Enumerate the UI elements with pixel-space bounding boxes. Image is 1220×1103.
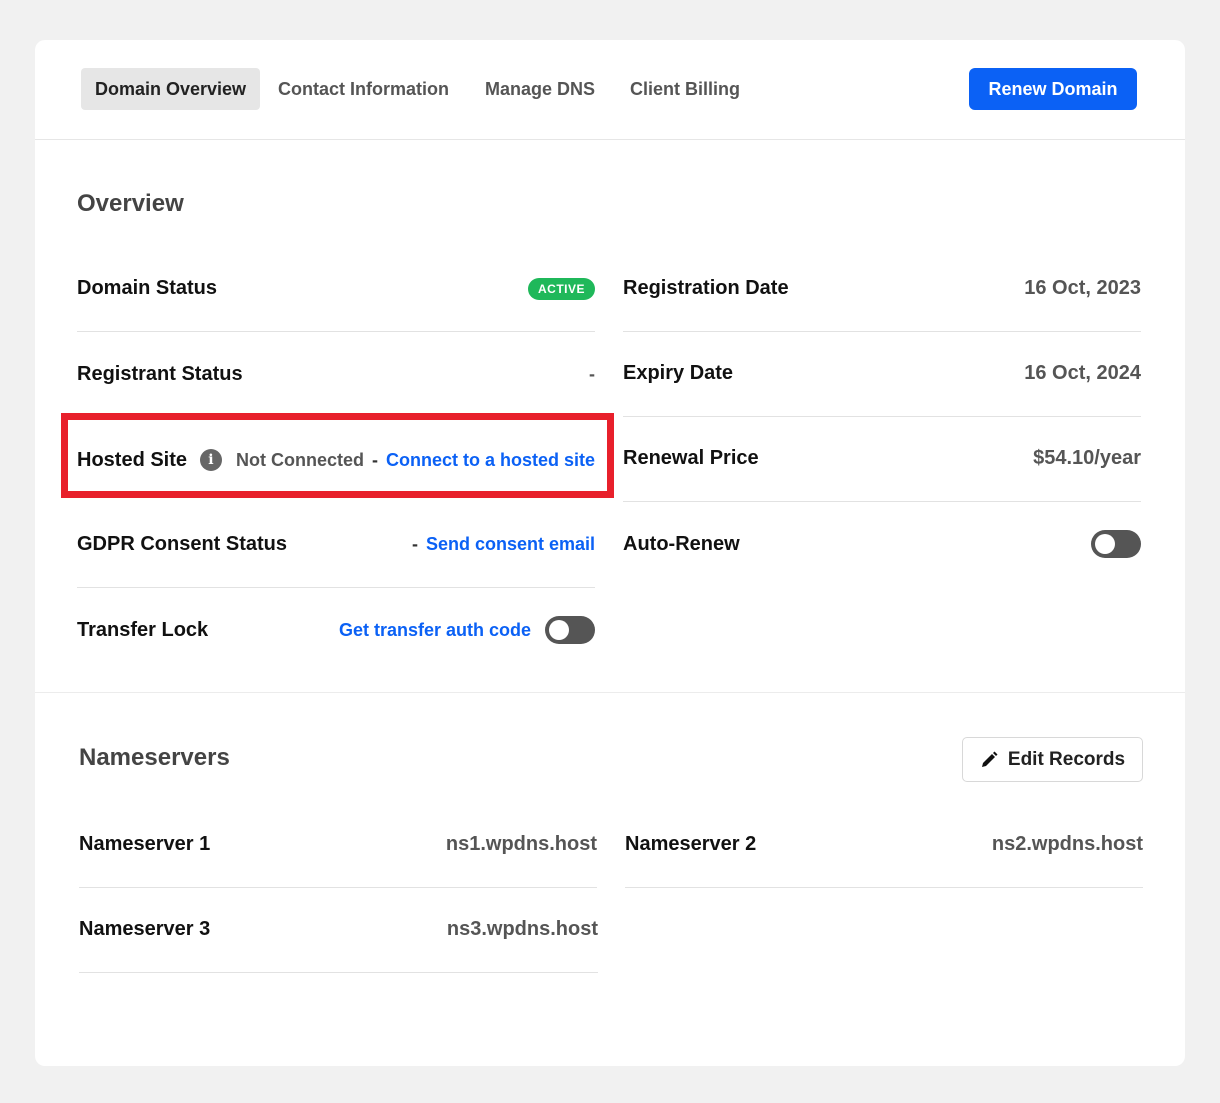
registration-date-label: Registration Date — [623, 277, 789, 299]
section-divider — [35, 692, 1185, 693]
nameserver-value: ns2.wpdns.host — [991, 833, 1143, 855]
pencil-icon — [981, 751, 998, 767]
toggle-knob — [549, 620, 569, 640]
transfer-lock-row: Transfer Lock Get transfer auth code — [77, 587, 595, 673]
edit-records-button[interactable]: Edit Records — [962, 737, 1143, 782]
nameservers-title: Nameservers — [79, 744, 230, 771]
send-consent-email-link[interactable]: Send consent email — [426, 534, 595, 555]
registrant-status-row: Registrant Status - — [77, 332, 595, 418]
nameserver-value: ns3.wpdns.host — [446, 918, 598, 940]
connect-hosted-site-link[interactable]: Connect to a hosted site — [386, 450, 595, 471]
tab-contact-information[interactable]: Contact Information — [264, 68, 463, 110]
domain-status-row: Domain Status ACTIVE — [77, 246, 595, 332]
toggle-knob — [1095, 534, 1115, 554]
hosted-site-status: Not Connected — [235, 449, 364, 470]
status-badge: ACTIVE — [527, 277, 595, 300]
renew-domain-button[interactable]: Renew Domain — [969, 68, 1137, 110]
transfer-lock-toggle[interactable] — [545, 616, 595, 644]
hosted-site-row: Hosted Site i Not Connected - Connect to… — [77, 417, 595, 503]
nameserver-label: Nameserver 3 — [79, 918, 211, 940]
renewal-price-row: Renewal Price $54.10/year — [623, 416, 1141, 502]
nameserver-row: Nameserver 3 ns3.wpdns.host — [79, 887, 598, 973]
hosted-site-value: i Not Connected - Connect to a hosted si… — [199, 449, 595, 471]
gdpr-value: - Send consent email — [404, 534, 595, 555]
registrant-status-label: Registrant Status — [77, 363, 243, 385]
registration-date-value: 16 Oct, 2023 — [1024, 277, 1141, 299]
hosted-site-label: Hosted Site — [77, 448, 188, 471]
nameserver-label: Nameserver 1 — [79, 833, 211, 855]
nameserver-label: Nameserver 2 — [625, 833, 757, 855]
auto-renew-label: Auto-Renew — [623, 532, 740, 555]
tab-manage-dns[interactable]: Manage DNS — [471, 68, 609, 110]
transfer-lock-value: Get transfer auth code — [339, 616, 595, 644]
renewal-price-value: $54.10/year — [1033, 447, 1141, 469]
separator-dash: - — [411, 534, 418, 554]
registration-date-row: Registration Date 16 Oct, 2023 — [623, 246, 1141, 332]
edit-records-label: Edit Records — [1007, 748, 1126, 770]
separator-dash: - — [371, 449, 378, 470]
auto-renew-toggle[interactable] — [1091, 530, 1141, 558]
gdpr-label: GDPR Consent Status — [77, 533, 288, 555]
transfer-lock-label: Transfer Lock — [77, 618, 209, 641]
auto-renew-row: Auto-Renew — [623, 501, 1141, 587]
tab-domain-overview[interactable]: Domain Overview — [81, 68, 261, 110]
tab-client-billing[interactable]: Client Billing — [616, 68, 754, 110]
tab-bar: Domain Overview Contact Information Mana… — [35, 40, 1185, 140]
expiry-date-value: 16 Oct, 2024 — [1024, 362, 1141, 384]
get-transfer-auth-code-link[interactable]: Get transfer auth code — [339, 620, 531, 641]
renewal-price-label: Renewal Price — [623, 447, 759, 469]
expiry-date-row: Expiry Date 16 Oct, 2024 — [623, 331, 1141, 417]
info-icon[interactable]: i — [199, 449, 222, 471]
nameserver-value: ns1.wpdns.host — [445, 833, 597, 855]
domain-status-label: Domain Status — [77, 277, 218, 299]
gdpr-row: GDPR Consent Status - Send consent email — [77, 502, 595, 588]
domain-card: Domain Overview Contact Information Mana… — [35, 40, 1185, 1066]
registrant-status-value: - — [589, 364, 595, 384]
overview-title: Overview — [77, 190, 184, 217]
expiry-date-label: Expiry Date — [623, 362, 734, 384]
nameserver-row: Nameserver 1 ns1.wpdns.host — [79, 802, 597, 888]
nameserver-row: Nameserver 2 ns2.wpdns.host — [625, 802, 1143, 888]
